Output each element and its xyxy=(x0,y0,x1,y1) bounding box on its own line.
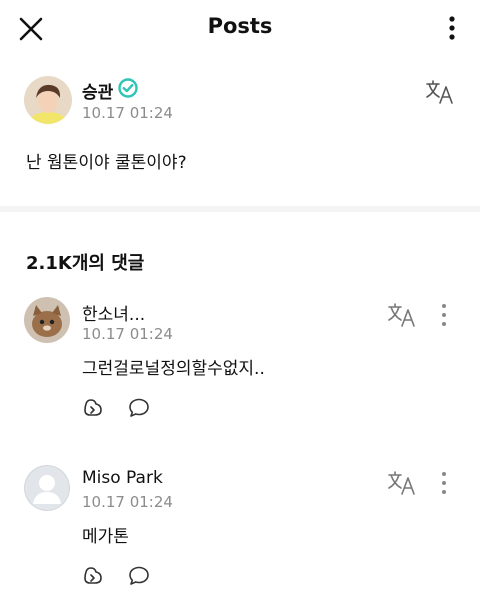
author-avatar[interactable] xyxy=(24,76,72,124)
post-body: 난 웜톤이야 쿨톤이야? xyxy=(26,153,187,173)
more-vertical-icon[interactable] xyxy=(440,14,464,42)
section-divider xyxy=(0,206,480,212)
verified-badge-icon xyxy=(118,78,138,98)
comment-timestamp: 10.17 01:24 xyxy=(82,325,173,343)
translate-icon[interactable] xyxy=(424,78,456,106)
page-title: Posts xyxy=(207,14,273,38)
comment-text: 메가톤 xyxy=(82,527,129,547)
comment-author[interactable]: 한소녀... xyxy=(82,300,145,325)
comment-avatar[interactable] xyxy=(24,465,70,511)
comment-bubble-icon[interactable] xyxy=(127,564,151,588)
translate-icon[interactable] xyxy=(386,301,418,329)
post-timestamp: 10.17 01:24 xyxy=(82,104,173,122)
reply-icon[interactable] xyxy=(82,396,106,420)
comment-bubble-icon[interactable] xyxy=(127,396,151,420)
comment-more-icon[interactable] xyxy=(438,470,450,496)
reply-icon[interactable] xyxy=(82,564,106,588)
comment-more-icon[interactable] xyxy=(438,302,450,328)
comments-count-heading: 2.1K개의 댓글 xyxy=(26,253,145,274)
author-name[interactable]: 승관 xyxy=(82,78,113,103)
comment-author[interactable]: Miso Park xyxy=(82,468,163,488)
translate-icon[interactable] xyxy=(386,469,418,497)
comment-avatar[interactable] xyxy=(24,297,70,343)
comment-text: 그런걸로널정의할수없지.. xyxy=(82,359,265,379)
comment-timestamp: 10.17 01:24 xyxy=(82,493,173,511)
